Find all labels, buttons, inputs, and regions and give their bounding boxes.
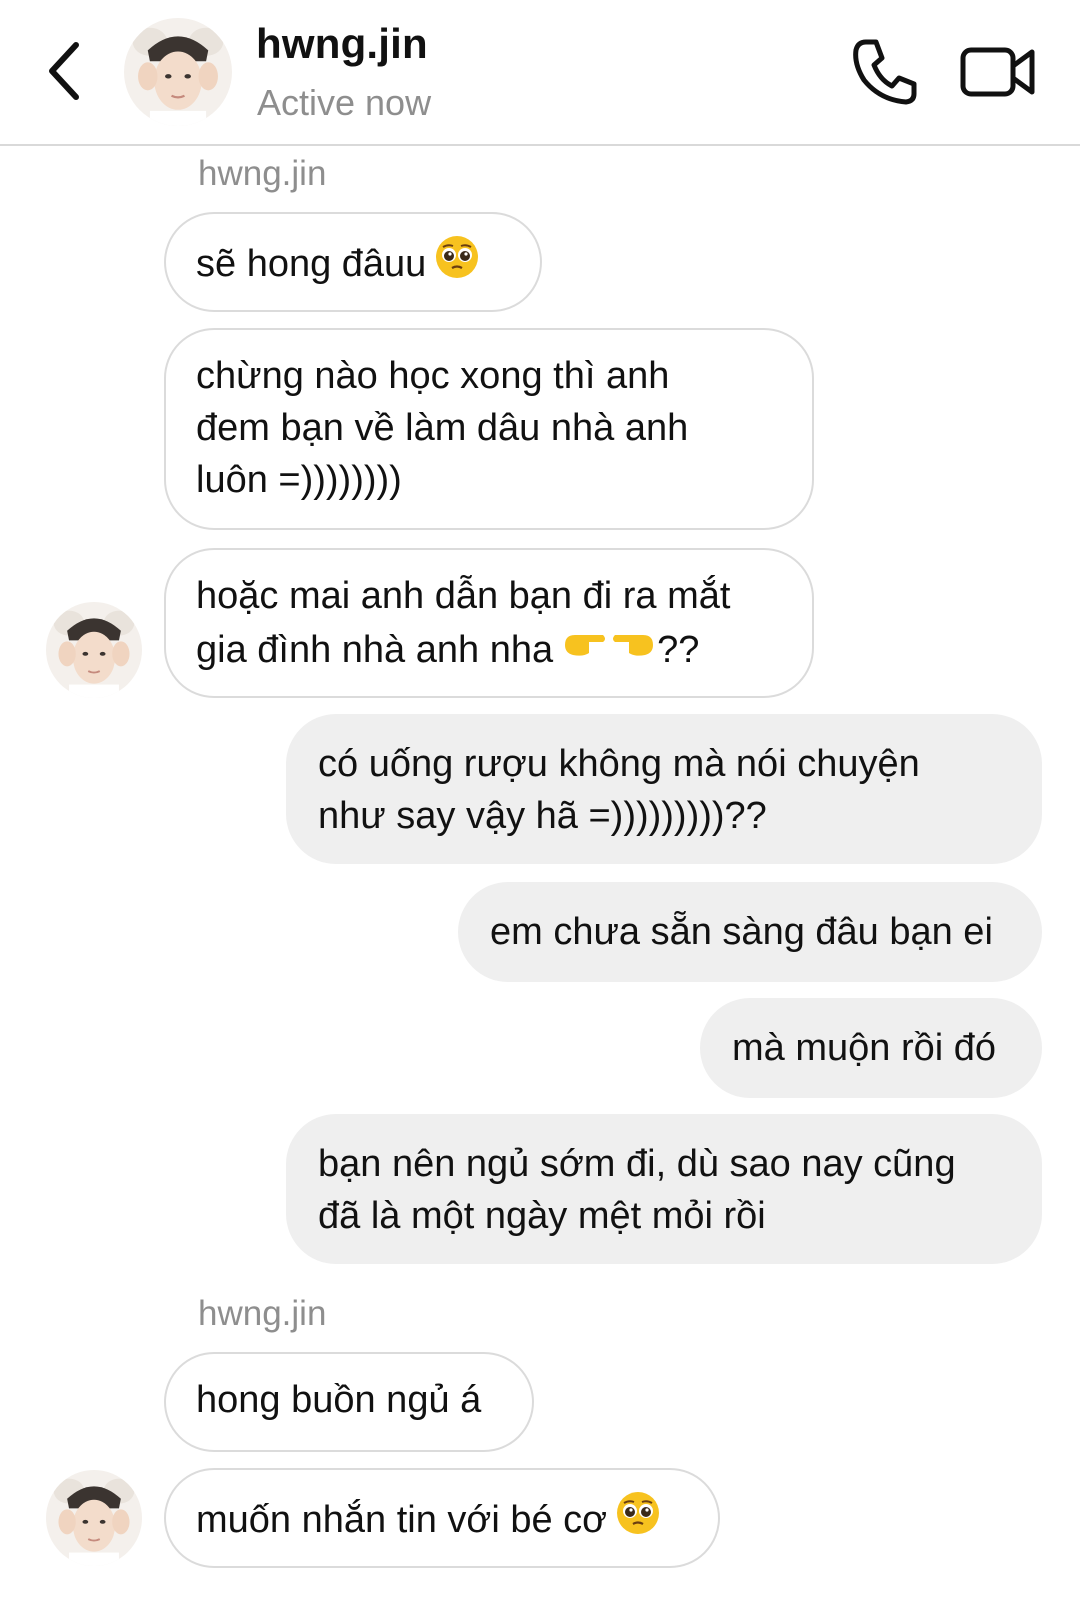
outgoing-message[interactable]: có uống rượu không mà nói chuyện như say… [286,714,1042,864]
back-button[interactable] [36,36,92,106]
chevron-left-icon [49,42,79,100]
message-text: đem bạn về làm dâu nhà anh [196,407,689,449]
incoming-message[interactable]: muốn nhắn tin với bé cơ [164,1468,720,1568]
incoming-message[interactable]: hong buồn ngủ á [164,1352,534,1452]
message-text: muốn nhắn tin với bé cơ [196,1499,608,1541]
message-text: luôn =)))))))) [196,459,402,501]
message-text: như say vậy hã =)))))))))?? [318,795,767,837]
outgoing-message[interactable]: bạn nên ngủ sớm đi, dù sao nay cũng đã l… [286,1114,1042,1264]
chat-screen: hwng.jin Active now hwng.jin sẽ hong đâu… [0,0,1080,1602]
contact-name[interactable]: hwng.jin [256,20,428,68]
pleading-face-icon [615,1490,661,1550]
sender-label: hwng.jin [198,1294,327,1333]
active-status: Active now [257,82,432,123]
chat-header: hwng.jin Active now [0,0,1080,146]
outgoing-message[interactable]: mà muộn rồi đó [700,998,1042,1098]
sender-avatar[interactable] [46,602,142,698]
video-camera-icon [960,47,1035,97]
phone-icon [853,39,917,105]
pleading-face-icon [434,234,480,294]
video-call-button[interactable] [960,44,1036,100]
message-text: gia đình nhà anh nha [196,628,554,671]
message-text: sẽ hong đâuu [196,243,427,285]
incoming-message[interactable]: hoặc mai anh dẫn bạn đi ra mắt gia đình … [164,548,814,698]
audio-call-button[interactable] [852,38,918,106]
sender-avatar[interactable] [46,1470,142,1566]
message-text: đã là một ngày mệt mỏi rồi [318,1195,766,1237]
message-text: hong buồn ngủ á [196,1379,482,1421]
outgoing-message[interactable]: em chưa sẵn sàng đâu bạn ei [458,882,1042,982]
message-text: bạn nên ngủ sớm đi, dù sao nay cũng [318,1143,956,1185]
message-text: có uống rượu không mà nói chuyện [318,743,920,785]
message-text: hoặc mai anh dẫn bạn đi ra mắt [196,575,731,617]
pointing-fingers-icon [561,623,657,677]
contact-avatar[interactable] [124,18,232,126]
sender-label: hwng.jin [198,154,327,193]
incoming-message[interactable]: chừng nào học xong thì anh đem bạn về là… [164,328,814,530]
message-text: mà muộn rồi đó [732,1027,997,1069]
message-text: chừng nào học xong thì anh [196,355,670,397]
message-text: ?? [657,628,700,671]
message-text: em chưa sẵn sàng đâu bạn ei [490,911,993,953]
incoming-message[interactable]: sẽ hong đâuu [164,212,542,312]
